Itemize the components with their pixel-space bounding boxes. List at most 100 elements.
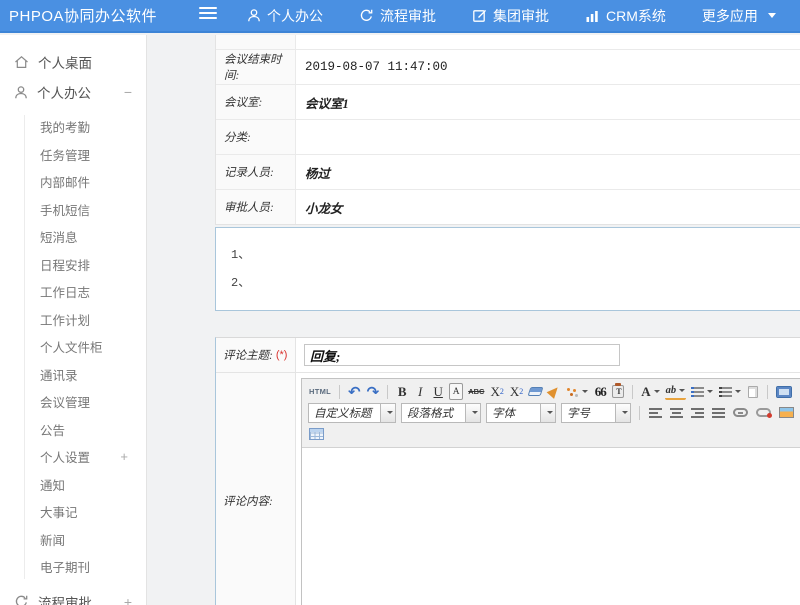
unordered-list-icon[interactable] [718, 383, 742, 400]
align-left-icon[interactable] [648, 404, 663, 421]
chevron-down-icon[interactable] [615, 404, 630, 422]
editor-content-area[interactable] [302, 448, 800, 605]
sidebar-item-schedule[interactable]: 日程安排 [0, 251, 146, 279]
expand-icon[interactable]: + [120, 450, 128, 463]
nav-item-workflow-approval[interactable]: 流程审批 [359, 6, 436, 26]
color-dropper-icon[interactable] [565, 383, 589, 400]
align-right-icon[interactable] [690, 404, 705, 421]
sidebar-item-work-log[interactable]: 工作日志 [0, 278, 146, 306]
image-icon[interactable] [778, 404, 795, 421]
table-icon[interactable] [308, 425, 325, 442]
font-name-icon[interactable]: A [449, 383, 463, 400]
comment-subject-row: 评论主题: (*) [216, 338, 800, 373]
nav-item-label: CRM系统 [606, 6, 666, 26]
heading-select[interactable]: 自定义标题 [308, 403, 396, 423]
chevron-down-icon[interactable] [540, 404, 555, 422]
sidebar-item-workflow-approval[interactable]: 流程审批 + [0, 587, 146, 605]
nav-item-label: 个人办公 [267, 6, 323, 26]
field-value: 小龙女 [305, 198, 343, 217]
paragraph-select[interactable]: 段落格式 [401, 403, 481, 423]
nav-item-more-apps[interactable]: 更多应用 [702, 6, 776, 26]
highlight-color-icon[interactable]: ab [665, 383, 687, 400]
sidebar-item-desktop[interactable]: 个人桌面 [0, 47, 146, 77]
sidebar-item-memorabilia[interactable]: 大事记 [0, 498, 146, 526]
field-label: 会议结束时间: [224, 51, 295, 83]
chevron-down-icon [622, 411, 628, 414]
sidebar-item-task-management[interactable]: 任务管理 [0, 141, 146, 169]
sidebar-item-label: 通知 [40, 475, 65, 494]
sidebar-item-mobile-sms[interactable]: 手机短信 [0, 196, 146, 224]
font-family-select[interactable]: 字体 [486, 403, 556, 423]
superscript-icon[interactable]: X2 [489, 383, 504, 400]
chevron-down-icon [582, 390, 588, 393]
row-label-cell: 记录人员: [216, 155, 296, 189]
row-label-cell: 审批人员: [216, 190, 296, 224]
fullscreen-icon[interactable] [775, 383, 793, 400]
expand-icon[interactable]: + [124, 595, 132, 605]
paste-text-icon[interactable] [611, 383, 625, 400]
chevron-down-icon[interactable] [465, 404, 480, 422]
bold-icon[interactable]: B [395, 383, 409, 400]
nav-item-personal-office[interactable]: 个人办公 [247, 6, 323, 26]
sidebar-item-announcement[interactable]: 公告 [0, 416, 146, 444]
italic-icon[interactable]: I [413, 383, 427, 400]
chevron-down-icon[interactable] [380, 404, 395, 422]
sidebar-item-attendance[interactable]: 我的考勤 [0, 113, 146, 141]
person-icon [247, 8, 261, 23]
sidebar-item-e-journal[interactable]: 电子期刊 [0, 553, 146, 581]
fullscreen-icon [776, 386, 792, 398]
format-brush-icon[interactable] [547, 383, 561, 400]
ordered-list-icon[interactable] [690, 383, 714, 400]
table-row-meeting-room: 会议室:会议室1 [216, 84, 800, 119]
comment-content-row: 评论内容: HTML↶↷BIUAABCX2X266Aab 自定义标题段落格式字体… [216, 373, 800, 605]
row-label-cell: 会议结束时间: [216, 50, 296, 84]
sidebar-item-label: 电子期刊 [40, 557, 90, 576]
row-value-cell [296, 120, 800, 154]
sidebar-item-short-message[interactable]: 短消息 [0, 223, 146, 251]
remove-format-icon[interactable] [528, 383, 543, 400]
sidebar-item-personal-settings[interactable]: 个人设置+ [0, 443, 146, 471]
sidebar-item-contacts[interactable]: 通讯录 [0, 361, 146, 389]
row-value-cell: 2019-08-07 11:47:00 [296, 50, 800, 84]
menu-toggle-button[interactable] [199, 6, 217, 25]
align-justify-icon [712, 408, 725, 418]
meeting-content-line: 1、 [231, 241, 800, 269]
redo-icon[interactable]: ↷ [366, 383, 381, 400]
font-color-icon[interactable]: A [640, 383, 660, 400]
sidebar-item-file-cabinet[interactable]: 个人文件柜 [0, 333, 146, 361]
undo-icon[interactable]: ↶ [347, 383, 362, 400]
sidebar-item-work-plan[interactable]: 工作计划 [0, 306, 146, 334]
remove-format-icon [528, 387, 544, 396]
field-label: 审批人员: [224, 199, 274, 215]
row-value-cell: 小龙女 [296, 190, 800, 224]
sidebar-item-notice[interactable]: 通知 [0, 471, 146, 499]
collapse-icon[interactable]: − [124, 85, 132, 99]
blockquote-icon[interactable]: 66 [593, 383, 607, 400]
font-size-select[interactable]: 字号 [561, 403, 631, 423]
comment-content-label: 评论内容: [223, 493, 273, 509]
align-justify-icon[interactable] [711, 404, 726, 421]
ordered-list-icon [691, 387, 704, 397]
sidebar-item-news[interactable]: 新闻 [0, 526, 146, 554]
view-source-button[interactable]: HTML [308, 383, 332, 400]
new-document-icon[interactable] [746, 383, 760, 400]
sidebar-item-meeting-management[interactable]: 会议管理 [0, 388, 146, 416]
comment-subject-input[interactable] [304, 344, 620, 366]
sidebar-item-label: 新闻 [40, 530, 65, 549]
nav-item-crm-system[interactable]: CRM系统 [585, 6, 666, 26]
strikethrough-icon[interactable]: ABC [467, 383, 485, 400]
sidebar-item-internal-mail[interactable]: 内部邮件 [0, 168, 146, 196]
nav-item-group-approval[interactable]: 集团审批 [472, 6, 549, 26]
unlink-icon[interactable] [755, 404, 772, 421]
editor-toolbar: HTML↶↷BIUAABCX2X266Aab 自定义标题段落格式字体字号 [302, 379, 800, 448]
sidebar-item-label: 个人办公 [37, 82, 91, 102]
sidebar-item-personal-office[interactable]: 个人办公 − [0, 77, 146, 107]
toolbar-separator [767, 385, 768, 399]
sidebar-item-label: 任务管理 [40, 145, 90, 164]
sidebar-item-label: 手机短信 [40, 200, 90, 219]
underline-icon[interactable]: U [431, 383, 445, 400]
hamburger-icon [199, 6, 217, 25]
subscript-icon[interactable]: X2 [509, 383, 524, 400]
link-icon[interactable] [732, 404, 749, 421]
align-center-icon[interactable] [669, 404, 684, 421]
